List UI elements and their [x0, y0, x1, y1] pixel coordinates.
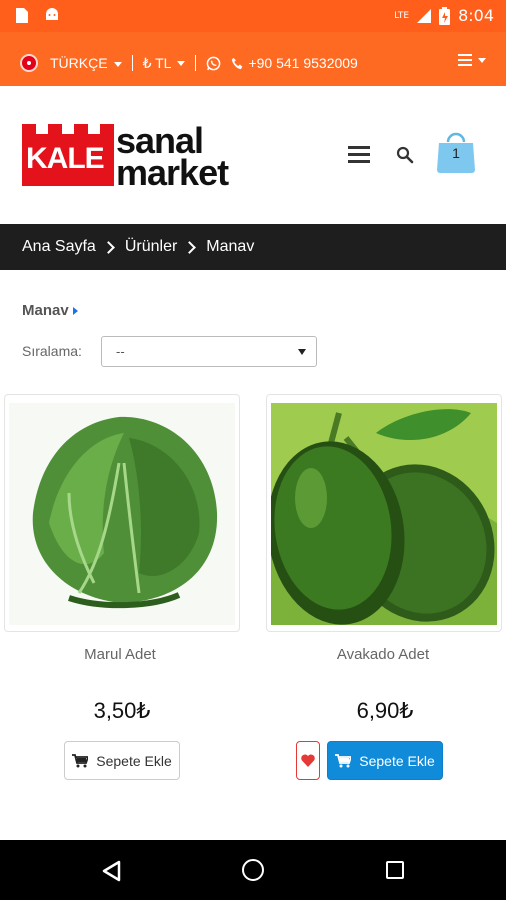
avocado-image [271, 403, 497, 625]
category-title-text: Manav [22, 302, 69, 319]
product-image-lettuce[interactable] [4, 394, 240, 632]
android-notification-icon [46, 8, 58, 20]
kale-sanal-market-logo[interactable]: KALE sanal market [22, 120, 229, 193]
phone-number[interactable]: +90 541 9532009 [248, 55, 357, 71]
chevron-right-icon [183, 240, 197, 254]
list-menu-icon [458, 54, 472, 66]
clock: 8:04 [458, 6, 494, 25]
cart-icon [72, 753, 89, 767]
recent-apps-icon[interactable] [386, 861, 404, 879]
product-image-avocado[interactable] [266, 394, 502, 632]
heart-icon [301, 754, 315, 767]
shopping-cart-button[interactable]: 1 [435, 130, 477, 174]
cart-icon [335, 753, 352, 767]
status-bar: LTE 8:04 [0, 0, 506, 32]
add-to-cart-label: Sepete Ekle [359, 752, 435, 769]
add-to-favorites-button[interactable] [296, 741, 320, 780]
product-name[interactable]: Marul Adet [0, 646, 240, 663]
chevron-down-icon [177, 61, 186, 67]
product-listing: Manav Sıralama: -- Marul Adet 3,50₺ Sepe… [0, 270, 506, 840]
phone-icon [232, 57, 243, 69]
language-label: TÜRKÇE [50, 55, 108, 71]
breadcrumb-current: Manav [206, 238, 255, 255]
sort-label: Sıralama: [22, 343, 82, 359]
currency-label: ₺ TL [142, 54, 172, 71]
file-notification-icon [16, 8, 28, 23]
turkish-flag-icon [20, 54, 38, 72]
breadcrumb-products[interactable]: Ürünler [125, 238, 177, 256]
network-type: LTE [394, 10, 410, 21]
breadcrumb: Ana Sayfa Ürünler Manav [0, 224, 506, 270]
back-icon[interactable] [101, 860, 121, 882]
product-name[interactable]: Avakado Adet [263, 646, 503, 663]
language-selector[interactable]: TÜRKÇE [50, 55, 122, 71]
sort-selected-value: -- [116, 344, 125, 359]
chevron-down-icon [113, 61, 122, 67]
home-icon[interactable] [242, 859, 264, 881]
add-to-cart-button[interactable]: Sepete Ekle [327, 741, 443, 780]
currency-selector[interactable]: ₺ TL [143, 55, 186, 72]
chevron-down-icon [298, 349, 306, 355]
whatsapp-icon[interactable] [206, 56, 221, 71]
sort-select[interactable]: -- [101, 336, 317, 367]
category-title: Manav [22, 302, 78, 319]
chevron-right-icon [101, 240, 115, 254]
top-info-bar: TÜRKÇE ₺ TL +90 541 9532009 [0, 32, 506, 86]
hamburger-menu-icon[interactable] [348, 146, 370, 164]
battery-icon [439, 6, 451, 25]
lettuce-image [9, 403, 235, 625]
product-price: 3,50₺ [93, 698, 151, 723]
top-menu-button[interactable] [458, 54, 486, 66]
divider [131, 55, 133, 71]
product-price: 6,90₺ [356, 698, 414, 723]
logo-market-text: market [116, 152, 229, 193]
logo-kale-text: KALE [26, 142, 105, 175]
system-navigation-bar [0, 840, 506, 900]
divider [195, 55, 197, 71]
chevron-down-icon [478, 57, 486, 63]
search-icon[interactable] [396, 146, 414, 164]
breadcrumb-home[interactable]: Ana Sayfa [22, 238, 96, 256]
add-to-cart-label: Sepete Ekle [96, 752, 172, 769]
triangle-right-icon [72, 307, 78, 316]
site-header: KALE sanal market 1 [0, 86, 506, 224]
signal-icon [417, 8, 432, 23]
cart-count-badge: 1 [452, 145, 460, 161]
add-to-cart-button[interactable]: Sepete Ekle [64, 741, 180, 780]
